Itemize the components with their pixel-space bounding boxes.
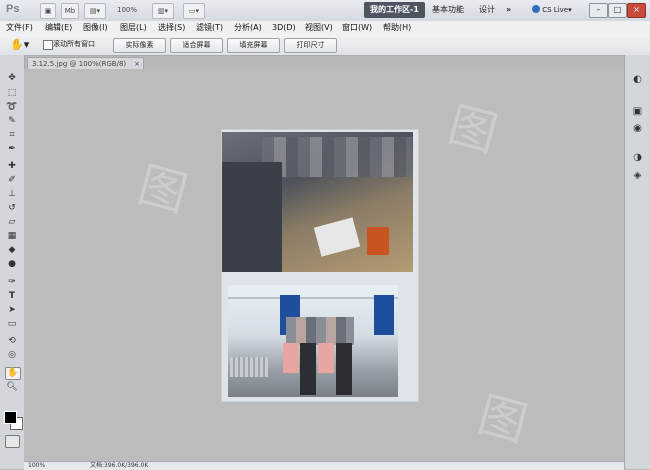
channels-icon[interactable]: ◑: [630, 151, 645, 165]
shape-icon[interactable]: ▭: [5, 319, 19, 330]
box-object: [367, 227, 389, 255]
minimize-button[interactable]: –: [589, 3, 608, 18]
masks-panel-icon[interactable]: ◉: [630, 122, 645, 136]
arrange-documents-button[interactable]: ▥▾: [152, 3, 174, 19]
photo-top: [222, 132, 413, 272]
healing-icon[interactable]: ✚: [5, 161, 19, 172]
bridge-button[interactable]: ▣: [40, 3, 56, 19]
menu-view[interactable]: 视图(V): [305, 22, 333, 34]
menu-edit[interactable]: 编辑(E): [45, 22, 72, 34]
curtain-right: [374, 295, 394, 335]
scroll-all-label: 滚动所有窗口: [53, 40, 95, 48]
view-extras-button[interactable]: ▤▾: [84, 3, 106, 19]
paper-bag: [313, 217, 361, 257]
brush-icon[interactable]: ✐: [5, 175, 19, 186]
print-size-button[interactable]: 打印尺寸: [284, 38, 337, 53]
quick-select-icon[interactable]: ✎: [5, 116, 19, 127]
fill-screen-button[interactable]: 填充屏幕: [227, 38, 280, 53]
adjust-panel-icon[interactable]: ▣: [630, 105, 645, 119]
photo-bottom: [228, 285, 398, 397]
person-1: [283, 343, 299, 373]
menu-analysis[interactable]: 分析(A): [234, 22, 262, 34]
menu-window[interactable]: 窗口(W): [342, 22, 372, 34]
3d-orbit-icon[interactable]: ◎: [5, 350, 19, 361]
pen-icon[interactable]: ✑: [5, 277, 19, 288]
menu-file[interactable]: 文件(F): [6, 22, 33, 34]
document-tab[interactable]: 3.12.5.jpg @ 100%(RGB/8) ×: [27, 57, 144, 69]
workspace-design[interactable]: 设计: [479, 3, 495, 17]
path-select-icon[interactable]: ➤: [5, 305, 19, 316]
crop-icon[interactable]: ⌗: [5, 130, 19, 141]
menu-3d[interactable]: 3D(D): [272, 22, 296, 34]
type-icon[interactable]: T: [5, 291, 19, 302]
photoshop-logo: Ps: [6, 3, 20, 15]
blur-icon[interactable]: ◆: [5, 245, 19, 256]
move-icon[interactable]: ✥: [5, 73, 19, 84]
options-bar: ✋▾ 滚动所有窗口 实际像素 适合屏幕 填充屏幕 打印尺寸: [0, 35, 650, 56]
hand-tool-preset-icon[interactable]: ✋▾: [10, 38, 29, 51]
quick-mask-button[interactable]: [5, 435, 20, 448]
gradient-icon[interactable]: ▦: [5, 231, 19, 242]
layers-icon[interactable]: ◈: [630, 169, 645, 183]
person-2: [300, 343, 316, 395]
foreground-color-swatch[interactable]: [4, 411, 17, 424]
person-4: [336, 343, 352, 395]
lasso-icon[interactable]: ➰: [5, 102, 19, 113]
cs-live-button[interactable]: CS Live▾: [532, 3, 580, 17]
panel-dock: ◐ ▣ ◉ ◑ ◈: [624, 55, 650, 469]
ceiling: [228, 285, 398, 299]
workspace-overflow-button[interactable]: »: [506, 3, 511, 17]
maximize-button[interactable]: □: [608, 3, 627, 18]
menu-bar: 文件(F) 编辑(E) 图像(I) 图层(L) 选择(S) 滤镜(T) 分析(A…: [0, 21, 650, 36]
menu-filter[interactable]: 滤镜(T): [196, 22, 223, 34]
stamp-icon[interactable]: ⊥: [5, 189, 19, 200]
tools-panel: ✥ ⬚ ➰ ✎ ⌗ ✒ ✚ ✐ ⊥ ↺ ▱ ▦ ◆ ● ✑ T ➤ ▭ ⟲ ◎ …: [0, 55, 25, 469]
menu-help[interactable]: 帮助(H): [383, 22, 411, 34]
pixelated-faces: [262, 137, 412, 177]
screen-mode-button[interactable]: ▭▾: [183, 3, 205, 19]
menu-layer[interactable]: 图层(L): [120, 22, 147, 34]
cs-live-icon: [532, 5, 540, 13]
zoom-level-dropdown[interactable]: 100%: [112, 3, 142, 17]
zoom-icon[interactable]: 🔍︎: [5, 382, 19, 393]
menu-select[interactable]: 选择(S): [158, 22, 185, 34]
mini-bridge-button[interactable]: Mb: [61, 3, 79, 19]
3d-rotate-icon[interactable]: ⟲: [5, 336, 19, 347]
marquee-icon[interactable]: ⬚: [5, 88, 19, 99]
actual-pixels-button[interactable]: 实际像素: [113, 38, 166, 53]
pixelated-faces-2: [286, 317, 354, 345]
person-3: [318, 343, 334, 373]
close-button[interactable]: ×: [627, 3, 646, 18]
radiator: [230, 357, 268, 377]
cs-live-label: CS Live: [542, 6, 569, 14]
fit-screen-button[interactable]: 适合屏幕: [170, 38, 223, 53]
workspace-essentials[interactable]: 基本功能: [432, 3, 464, 17]
history-brush-icon[interactable]: ↺: [5, 203, 19, 214]
hand-icon[interactable]: ✋: [5, 367, 21, 380]
dodge-icon[interactable]: ●: [5, 259, 19, 270]
scroll-all-checkbox[interactable]: [43, 40, 53, 50]
menu-image[interactable]: 图像(I): [83, 22, 108, 34]
color-panel-icon[interactable]: ◐: [630, 73, 645, 87]
workspace-active-button[interactable]: 我的工作区-1: [364, 2, 425, 18]
eyedropper-icon[interactable]: ✒: [5, 144, 19, 155]
application-bar: Ps ▣ Mb ▤▾ 100% ▥▾ ▭▾ 我的工作区-1 基本功能 设计 » …: [0, 0, 650, 22]
document-tab-title: 3.12.5.jpg @ 100%(RGB/8): [32, 60, 127, 68]
person-figure: [222, 162, 282, 272]
eraser-icon[interactable]: ▱: [5, 217, 19, 228]
